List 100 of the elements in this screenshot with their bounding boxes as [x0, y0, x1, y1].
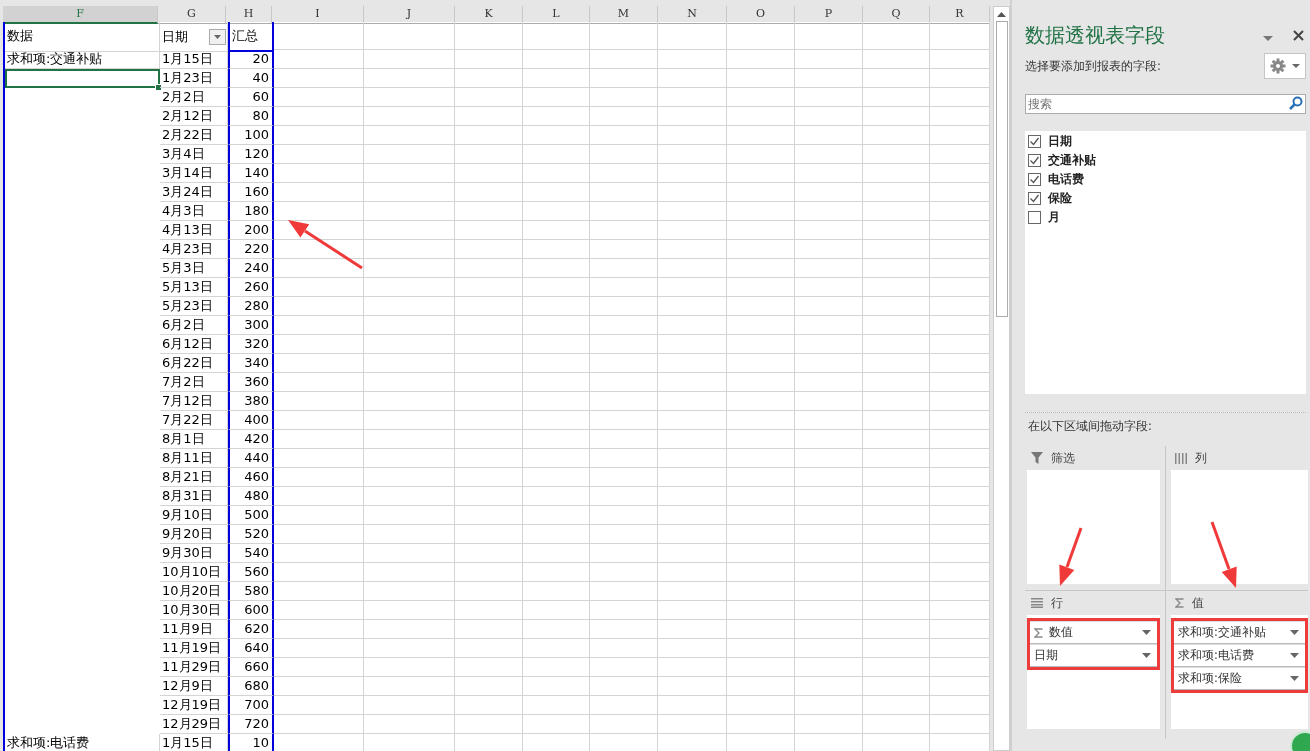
field-label: 保险 — [1048, 190, 1072, 207]
dropdown-caret-icon[interactable] — [1142, 630, 1151, 635]
columns-icon — [1175, 452, 1187, 464]
caret-icon[interactable] — [214, 34, 221, 39]
table-cell: 40 — [228, 69, 274, 88]
table-cell: 360 — [228, 373, 274, 392]
checkbox[interactable] — [1028, 211, 1041, 224]
column-header[interactable]: N — [658, 6, 727, 24]
selected-cell[interactable] — [5, 69, 160, 88]
table-cell: 440 — [228, 449, 274, 468]
area-label: 行 — [1051, 594, 1063, 612]
column-header[interactable]: M — [590, 6, 658, 24]
table-cell-text: 日期 — [162, 27, 188, 46]
settings-button[interactable] — [1264, 53, 1306, 79]
field-chip[interactable]: 日期 — [1034, 648, 1136, 663]
column-header[interactable]: P — [795, 6, 863, 24]
table-cell: 720 — [228, 715, 274, 734]
table-cell: 140 — [228, 164, 274, 183]
table-cell: 10 — [228, 734, 274, 751]
field-chip[interactable]: 求和项:保险 — [1178, 671, 1284, 686]
table-cell: 500 — [228, 506, 274, 525]
column-header[interactable]: I — [272, 6, 364, 24]
dropdown-caret-icon[interactable] — [1142, 653, 1151, 658]
area-label: 筛选 — [1051, 449, 1075, 467]
table-cell: 求和项:电话费 — [5, 734, 160, 751]
table-cell: 3月14日 — [160, 164, 228, 183]
table-cell: 3月4日 — [160, 145, 228, 164]
table-cell: 6月12日 — [160, 335, 228, 354]
dropdown-caret-icon[interactable] — [1290, 630, 1299, 635]
field-chip[interactable]: 求和项:电话费 — [1178, 648, 1284, 663]
table-cell: 2月2日 — [160, 88, 228, 107]
table-cell: 7月2日 — [160, 373, 228, 392]
table-cell: 560 — [228, 563, 274, 582]
table-cell: 100 — [228, 126, 274, 145]
table-cell: 4月13日 — [160, 221, 228, 240]
table-cell: 5月3日 — [160, 259, 228, 278]
table-cell: 9月20日 — [160, 525, 228, 544]
column-header[interactable]: F — [3, 6, 158, 24]
table-cell: 6月22日 — [160, 354, 228, 373]
drop-area[interactable]: 求和项:交通补贴 求和项:电话费 求和项:保险 — [1171, 615, 1308, 729]
search-field[interactable]: 搜索 — [1025, 94, 1306, 114]
field-label: 电话费 — [1048, 171, 1084, 188]
table-cell: 400 — [228, 411, 274, 430]
column-header[interactable]: R — [930, 6, 990, 24]
column-header[interactable]: O — [727, 6, 795, 24]
table-cell: 8月31日 — [160, 487, 228, 506]
table-cell: 240 — [228, 259, 274, 278]
annotation-arrow — [1059, 527, 1083, 586]
field-chip[interactable]: 数值 — [1049, 625, 1136, 640]
table-cell: 8月21日 — [160, 468, 228, 487]
filter-dropdown-button[interactable] — [209, 28, 226, 45]
column-header[interactable]: G — [158, 6, 226, 24]
table-cell: 120 — [228, 145, 274, 164]
column-header[interactable]: L — [523, 6, 590, 24]
dropdown-caret-icon[interactable] — [1290, 676, 1299, 681]
table-cell: 12月19日 — [160, 696, 228, 715]
column-header[interactable]: J — [364, 6, 455, 24]
table-cell: 3月24日 — [160, 183, 228, 202]
table-cell: 200 — [228, 221, 274, 240]
filter-icon — [1031, 452, 1043, 464]
table-cell: 580 — [228, 582, 274, 601]
table-cell: 20 — [228, 50, 274, 69]
table-cell: 380 — [228, 392, 274, 411]
table-cell: 5月13日 — [160, 278, 228, 297]
caret-icon[interactable] — [1292, 64, 1300, 68]
column-header[interactable]: H — [226, 6, 272, 24]
checkbox[interactable] — [1028, 154, 1041, 167]
vertical-scrollbar[interactable] — [993, 6, 1010, 751]
drop-area[interactable]: 数值 日期 — [1027, 615, 1160, 729]
table-cell: 6月2日 — [160, 316, 228, 335]
column-header[interactable]: K — [455, 6, 523, 24]
table-cell: 280 — [228, 297, 274, 316]
checkbox[interactable] — [1028, 135, 1041, 148]
panel-subtitle: 选择要添加到报表的字段: — [1025, 58, 1161, 74]
gear-icon[interactable] — [1270, 58, 1286, 74]
table-cell: 160 — [228, 183, 274, 202]
table-cell: 420 — [228, 430, 274, 449]
table-cell: 640 — [228, 639, 274, 658]
field-label: 月 — [1048, 209, 1060, 226]
sigma-icon — [1175, 598, 1184, 608]
area-label: 值 — [1192, 594, 1204, 612]
table-cell: 320 — [228, 335, 274, 354]
column-header[interactable]: Q — [863, 6, 930, 24]
search-icon[interactable] — [1289, 96, 1303, 110]
field-chip[interactable]: 求和项:交通补贴 — [1178, 625, 1284, 640]
table-cell: 60 — [228, 88, 274, 107]
table-cell: 11月19日 — [160, 639, 228, 658]
table-cell: 9月30日 — [160, 544, 228, 563]
table-cell: 680 — [228, 677, 274, 696]
table-cell: 1月15日 — [160, 734, 228, 751]
table-cell: 540 — [228, 544, 274, 563]
panel-title: 数据透视表字段 — [1025, 21, 1165, 49]
area-label: 列 — [1195, 449, 1207, 467]
checkbox[interactable] — [1028, 192, 1041, 205]
dropdown-caret-icon[interactable] — [1290, 653, 1299, 658]
table-cell: 11月29日 — [160, 658, 228, 677]
table-cell: 7月12日 — [160, 392, 228, 411]
table-cell: 520 — [228, 525, 274, 544]
checkbox[interactable] — [1028, 173, 1041, 186]
table-cell: 1月23日 — [160, 69, 228, 88]
